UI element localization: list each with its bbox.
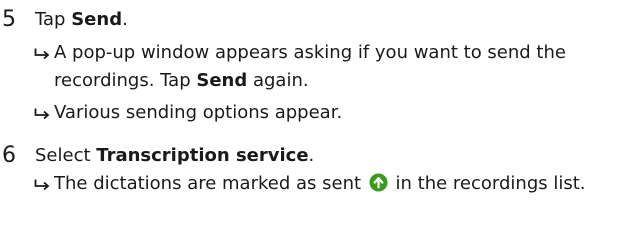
result-text: A pop-up window appears asking if you wa… (54, 42, 566, 91)
result-bold: Send (196, 70, 248, 91)
step-number: 6 (2, 143, 16, 168)
result-text: The dictations are marked as sent (54, 173, 362, 194)
instruction-text: Tap (35, 9, 72, 30)
result-arrow-icon (34, 170, 50, 191)
result-arrow-icon (34, 39, 50, 60)
result-item: Various sending options appear. (34, 99, 624, 127)
instruction-text: Select (35, 145, 97, 166)
step-instruction: Select Transcription service. (35, 143, 314, 169)
sent-upload-icon (369, 173, 388, 201)
instruction-text-end: . (122, 9, 128, 30)
result-text: Various sending options appear. (54, 102, 343, 123)
result-item: The dictations are marked as sent in the… (34, 170, 594, 201)
result-text-end: again. (247, 70, 309, 91)
instruction-bold: Transcription service (96, 145, 309, 166)
instruction-text-end: . (308, 145, 315, 166)
instruction-bold: Send (71, 9, 123, 30)
step-instruction: Tap Send. (35, 7, 128, 33)
result-arrow-icon (34, 99, 50, 120)
result-item: A pop-up window appears asking if you wa… (34, 39, 624, 95)
result-text-end: in the recordings list. (395, 173, 586, 194)
step-number: 5 (2, 7, 16, 32)
